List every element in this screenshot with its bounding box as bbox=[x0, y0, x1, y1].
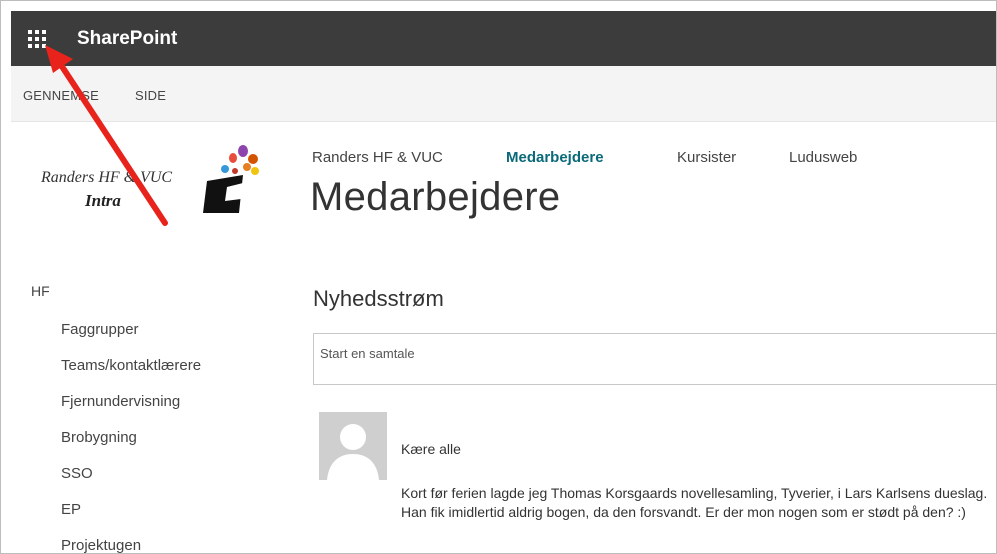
leftnav-item-teams[interactable]: Teams/kontaktlærere bbox=[61, 357, 201, 374]
leftnav-item-faggrupper[interactable]: Faggrupper bbox=[61, 321, 139, 338]
leftnav-item-fjernundervisning[interactable]: Fjernundervisning bbox=[61, 393, 180, 410]
post-body: Kort før ferien lagde jeg Thomas Korsgaa… bbox=[401, 485, 988, 520]
page-title: Medarbejdere bbox=[310, 175, 561, 219]
topnav-item-medarbejdere[interactable]: Medarbejdere bbox=[506, 149, 604, 166]
newsfeed-title: Nyhedsstrøm bbox=[313, 286, 444, 311]
post-greeting: Kære alle bbox=[401, 441, 461, 457]
app-launcher-icon bbox=[28, 29, 46, 48]
suite-bar: SharePoint bbox=[11, 11, 996, 66]
default-person-icon bbox=[319, 412, 387, 480]
ribbon-tab-gennemse[interactable]: GENNEMSE bbox=[23, 66, 99, 126]
logo-mark-icon bbox=[203, 145, 259, 213]
topnav-item-kursister[interactable]: Kursister bbox=[677, 149, 736, 166]
site-logo[interactable]: Randers HF & VUC Intra bbox=[25, 139, 283, 221]
leftnav-heading-hf[interactable]: HF bbox=[31, 283, 50, 299]
leftnav-item-ep[interactable]: EP bbox=[61, 501, 81, 518]
leftnav-item-brobygning[interactable]: Brobygning bbox=[61, 429, 137, 446]
ribbon: GENNEMSE SIDE bbox=[11, 66, 996, 122]
topnav-item-randers[interactable]: Randers HF & VUC bbox=[312, 149, 443, 166]
logo-text-line2: Intra bbox=[85, 191, 121, 210]
sharepoint-window: SharePoint GENNEMSE SIDE Randers HF & VU… bbox=[0, 0, 997, 554]
leftnav-item-sso[interactable]: SSO bbox=[61, 465, 93, 482]
app-launcher-button[interactable] bbox=[11, 11, 63, 66]
avatar[interactable] bbox=[319, 412, 387, 480]
topnav-item-ludusweb[interactable]: Ludusweb bbox=[789, 149, 857, 166]
ribbon-tab-side[interactable]: SIDE bbox=[135, 66, 166, 126]
start-conversation-input[interactable]: Start en samtale bbox=[313, 333, 996, 385]
brand-title[interactable]: SharePoint bbox=[77, 11, 177, 66]
leftnav-item-projektugen[interactable]: Projektugen bbox=[61, 537, 141, 553]
logo-text-line1: Randers HF & VUC bbox=[41, 169, 173, 186]
